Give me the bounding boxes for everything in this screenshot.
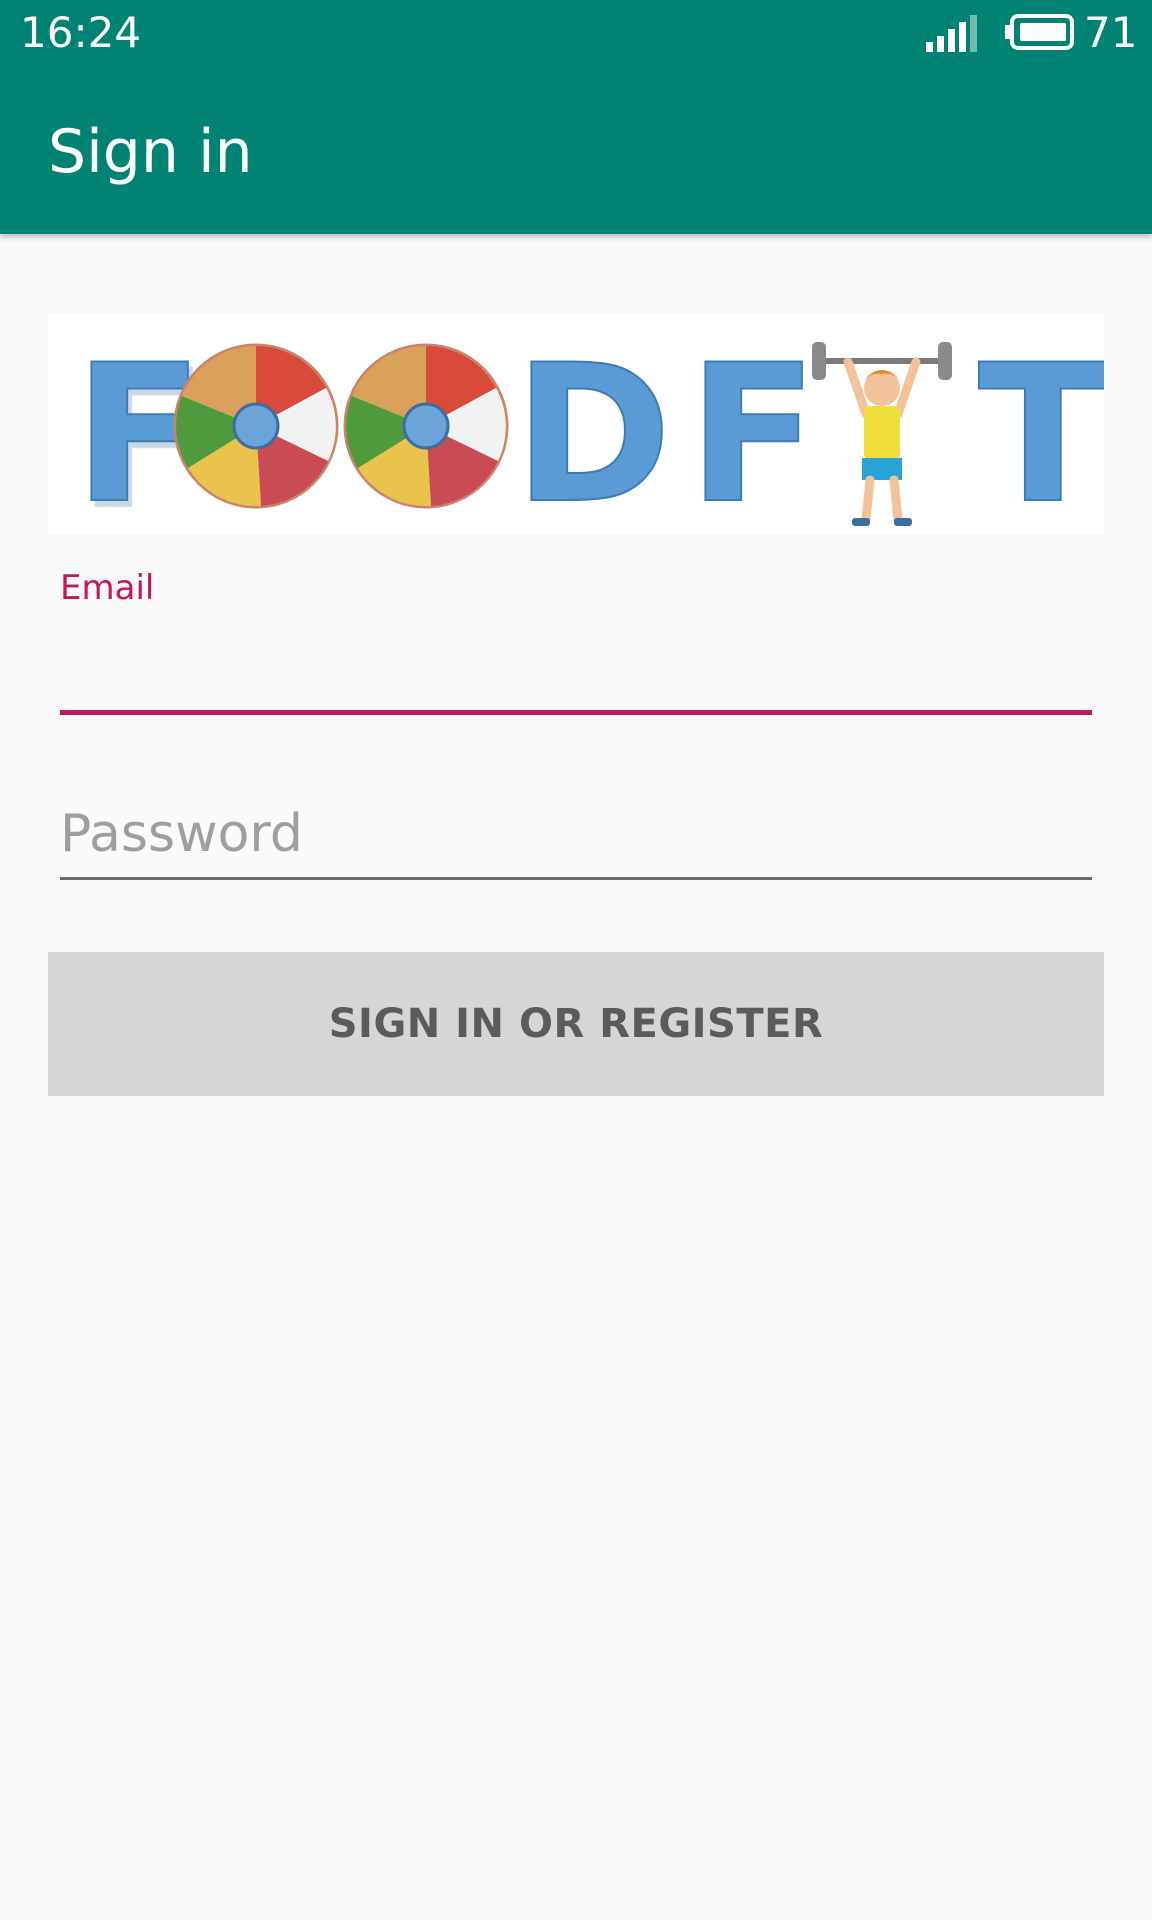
status-bar: 16:24 71 (0, 0, 1152, 66)
app-bar: Sign in (0, 66, 1152, 234)
signal-bars-icon (924, 14, 980, 52)
password-underline (60, 877, 1092, 880)
svg-text:D: D (514, 324, 672, 534)
battery-icon (1004, 14, 1074, 50)
status-time: 16:24 (20, 8, 142, 57)
password-input[interactable] (60, 786, 1092, 882)
email-input[interactable] (60, 630, 1092, 690)
page-title: Sign in (48, 117, 253, 187)
sign-in-or-register-button[interactable]: SIGN IN OR REGISTER (48, 952, 1104, 1096)
svg-text:F: F (688, 324, 818, 534)
svg-text:T: T (978, 324, 1104, 534)
password-field (60, 786, 1092, 882)
food-fit-logo: F F D F T (48, 314, 1104, 534)
battery-level: 71 (1084, 8, 1138, 57)
email-label: Email (60, 568, 155, 608)
email-underline (60, 710, 1092, 715)
email-field: Email (60, 560, 1092, 716)
